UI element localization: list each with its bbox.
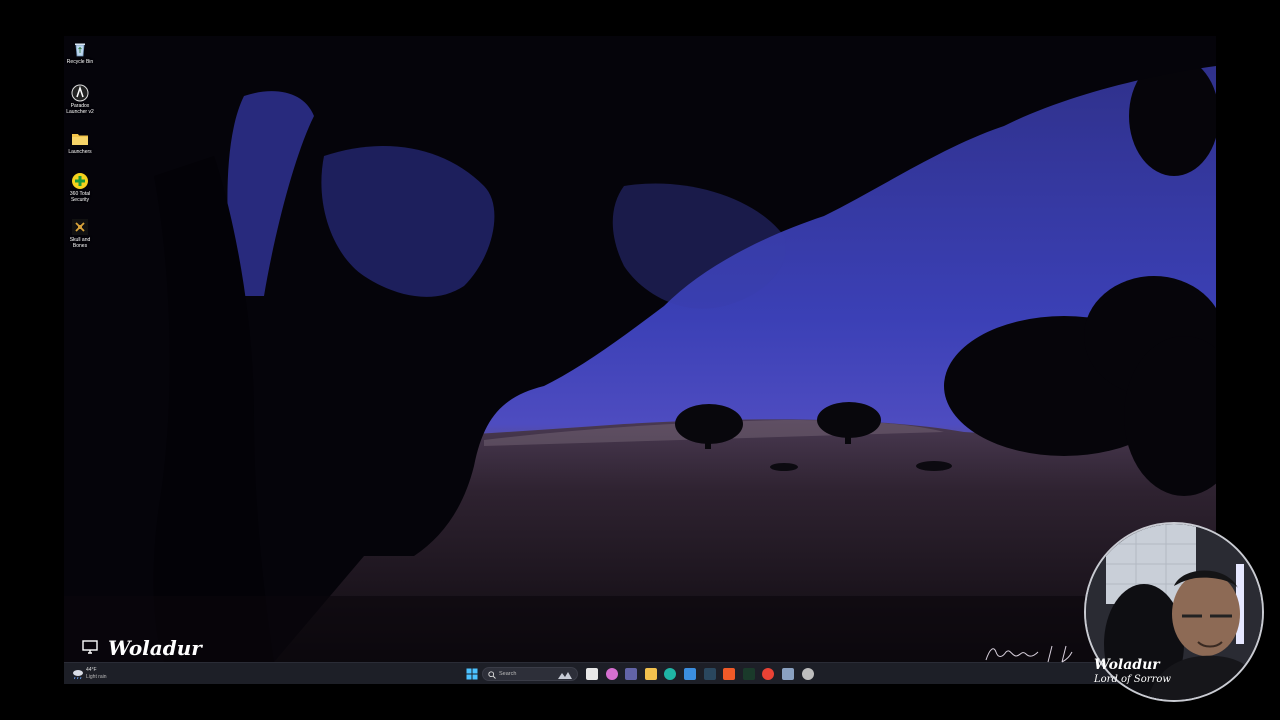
desktop-icon-launchers[interactable]: Launchers [64,130,96,155]
taskbar-app-task-view[interactable] [586,668,598,680]
taskbar-app-steam[interactable] [703,668,716,680]
skull-and-bones-icon [72,219,88,235]
desktop-icon-skull-and-bones[interactable]: Skull and Bones [64,218,96,249]
desktop-screen: Recycle Bin Paradox Launcher v2 Launcher… [64,36,1216,684]
desktop-icon-360-security[interactable]: 360 Total Security [64,172,96,203]
desktop-icon-label: Launchers [68,149,92,155]
folder-icon [72,134,88,145]
webcam-subtitle: Lord of Sorrow [1094,674,1171,685]
monitor-icon [82,640,98,654]
taskbar-app-terminal-app[interactable] [742,668,755,680]
weather-condition: Light rain [86,674,107,680]
taskbar-app-gear-app[interactable] [782,668,794,680]
search-highlight-icon [558,672,572,679]
taskbar-app-browser-app[interactable] [801,668,814,680]
search-icon [488,671,496,679]
desktop-icon-label: Skull and Bones [69,237,91,249]
taskbar-app-chrome[interactable] [762,668,775,680]
taskbar-search-box[interactable]: Search [482,667,578,681]
desktop-icon-recycle-bin[interactable]: Recycle Bin [64,40,96,65]
weather-widget[interactable]: 44°F Light rain [72,666,132,682]
start-button[interactable] [466,668,478,680]
taskbar-app-file-explorer[interactable] [644,668,657,680]
taskbar-app-teams[interactable] [625,668,638,680]
paradox-launcher-icon [71,84,89,102]
weather-temperature: 44°F [86,667,97,673]
search-placeholder: Search [499,671,517,677]
desktop-icon-label: Recycle Bin [66,59,94,65]
streamer-name: Woladur [108,636,202,660]
recycle-bin-icon [75,43,85,57]
desktop-wallpaper [64,36,1216,662]
taskbar-app-orange-app[interactable] [723,668,736,680]
360-security-icon [72,173,88,189]
rain-cloud-icon [73,670,83,680]
desktop-icon-label: Paradox Launcher v2 [66,103,94,115]
taskbar-app-store[interactable] [684,668,696,680]
webcam-caption: Woladur Lord of Sorrow [1094,656,1171,686]
taskbar-app-copilot[interactable] [605,668,618,680]
wallpaper-signature [985,645,1073,663]
taskbar-app-edge[interactable] [664,668,677,680]
webcam-name: Woladur [1094,657,1160,673]
desktop-icon-paradox-launcher[interactable]: Paradox Launcher v2 [64,84,96,115]
desktop-icon-label: 360 Total Security [69,191,91,203]
